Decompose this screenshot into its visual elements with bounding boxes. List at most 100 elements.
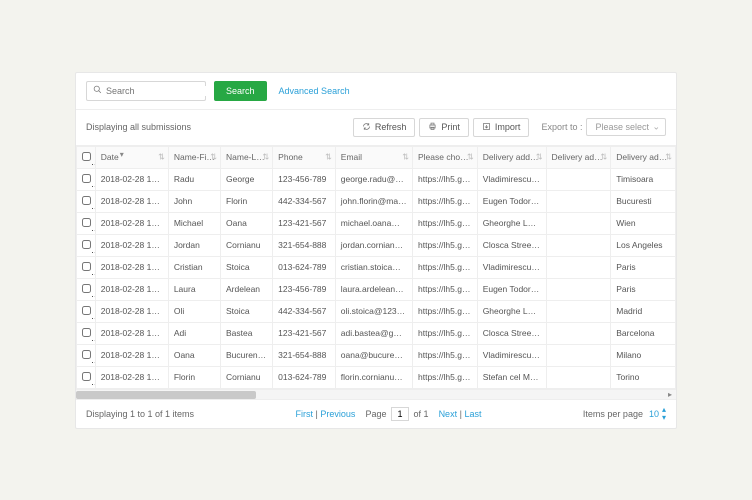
col-delivery-addr-2[interactable]: Delivery addr…⇅: [546, 146, 611, 168]
table-row[interactable]: 2018-02-28 14:1…FlorinCornianu013-624-78…: [77, 366, 676, 388]
cell-addr2: [546, 344, 611, 366]
cell-addr1: Eugen Todoran St…: [477, 190, 546, 212]
col-email[interactable]: Email ⇅: [335, 146, 412, 168]
cell-date: 2018-02-28 14:1…: [95, 190, 168, 212]
table-row[interactable]: 2018-02-28 14:1…JohnFlorin442-334-567joh…: [77, 190, 676, 212]
cell-date: 2018-02-28 14:1…: [95, 300, 168, 322]
import-button[interactable]: Import: [473, 118, 530, 137]
row-checkbox[interactable]: [82, 240, 91, 249]
col-delivery-addr-3[interactable]: Delivery addr…⇅: [611, 146, 676, 168]
refresh-button[interactable]: Refresh: [353, 118, 416, 137]
row-checkbox-cell[interactable]: [77, 278, 96, 300]
search-input[interactable]: [106, 86, 223, 96]
row-checkbox[interactable]: [82, 284, 91, 293]
cell-name-last: Stoica: [221, 300, 273, 322]
row-checkbox-cell[interactable]: [77, 300, 96, 322]
cell-addr3: Barcelona: [611, 322, 676, 344]
col-phone[interactable]: Phone⇅: [273, 146, 336, 168]
sort-icon: ⇅: [262, 153, 269, 162]
horizontal-scrollbar[interactable]: ◂ ▸: [76, 389, 676, 399]
table-row[interactable]: 2018-02-28 14:1…AdiBastea123-421-567adi.…: [77, 322, 676, 344]
pager-page-input[interactable]: [391, 407, 409, 421]
cell-addr1: Closca Street, no…: [477, 322, 546, 344]
cell-addr3: Paris: [611, 256, 676, 278]
row-checkbox[interactable]: [82, 262, 91, 271]
cell-addr2: [546, 190, 611, 212]
export-select[interactable]: Please select ⌄: [586, 118, 666, 136]
col-addr1-label: Delivery addr…: [483, 152, 542, 162]
cell-name-first: Radu: [168, 168, 220, 190]
cell-please-choose: https://lh5.googl…: [413, 168, 478, 190]
cell-date: 2018-02-28 14:1…: [95, 234, 168, 256]
row-checkbox-cell[interactable]: [77, 190, 96, 212]
row-checkbox-cell[interactable]: [77, 168, 96, 190]
cell-phone: 013-624-789: [273, 366, 336, 388]
search-button[interactable]: Search: [214, 81, 267, 101]
row-checkbox[interactable]: [82, 196, 91, 205]
table-row[interactable]: 2018-02-28 14:1…RaduGeorge123-456-789geo…: [77, 168, 676, 190]
submissions-panel: Search Advanced Search Displaying all su…: [75, 72, 677, 429]
cell-please-choose: https://lh5.googl…: [413, 366, 478, 388]
cell-phone: 321-654-888: [273, 234, 336, 256]
cell-phone: 321-654-888: [273, 344, 336, 366]
pager-first[interactable]: First: [296, 409, 314, 419]
row-checkbox[interactable]: [82, 218, 91, 227]
cell-addr3: Wien: [611, 212, 676, 234]
cell-phone: 123-456-789: [273, 278, 336, 300]
select-all-checkbox[interactable]: [82, 152, 91, 161]
row-checkbox-cell[interactable]: [77, 256, 96, 278]
import-icon: [482, 122, 491, 133]
col-name-first[interactable]: Name-First⇅: [168, 146, 220, 168]
ipp-stepper-icon[interactable]: ▴▾: [662, 406, 666, 422]
table-row[interactable]: 2018-02-28 14:1…CristianStoica013-624-78…: [77, 256, 676, 278]
row-checkbox[interactable]: [82, 174, 91, 183]
cell-name-last: Cornianu: [221, 234, 273, 256]
scrollbar-thumb[interactable]: [76, 391, 256, 399]
cell-addr2: [546, 168, 611, 190]
cell-date: 2018-02-28 14:1…: [95, 344, 168, 366]
pager-next[interactable]: Next: [439, 409, 458, 419]
row-checkbox[interactable]: [82, 350, 91, 359]
sort-icon: ⇅: [158, 153, 165, 162]
cell-phone: 123-421-567: [273, 322, 336, 344]
table-row[interactable]: 2018-02-28 14:1…JordanCornianu321-654-88…: [77, 234, 676, 256]
print-label: Print: [441, 122, 460, 132]
cell-addr1: Vladimirescu Str…: [477, 344, 546, 366]
row-checkbox[interactable]: [82, 372, 91, 381]
items-per-page[interactable]: Items per page 10 ▴▾: [583, 406, 666, 422]
pager-sep2: [431, 409, 436, 419]
cell-name-first: Florin: [168, 366, 220, 388]
col-checkbox[interactable]: [77, 146, 96, 168]
row-checkbox[interactable]: [82, 306, 91, 315]
row-checkbox[interactable]: [82, 328, 91, 337]
cell-addr2: [546, 278, 611, 300]
table-row[interactable]: 2018-02-28 14:1…OliStoica442-334-567oli.…: [77, 300, 676, 322]
row-checkbox-cell[interactable]: [77, 344, 96, 366]
table-row[interactable]: 2018-02-28 14:1…LauraArdelean123-456-789…: [77, 278, 676, 300]
row-checkbox-cell[interactable]: [77, 366, 96, 388]
table-row[interactable]: 2018-02-28 14:1…MichaelOana123-421-567mi…: [77, 212, 676, 234]
pager-last[interactable]: Last: [464, 409, 481, 419]
cell-email: cristian.stoica@…: [335, 256, 412, 278]
sort-icon: ⇅: [402, 153, 409, 162]
cell-name-last: Stoica: [221, 256, 273, 278]
pager-previous[interactable]: Previous: [320, 409, 355, 419]
row-checkbox-cell[interactable]: [77, 234, 96, 256]
col-please-choose[interactable]: Please choos…⇅: [413, 146, 478, 168]
row-checkbox-cell[interactable]: [77, 212, 96, 234]
col-date[interactable]: Date▾⇅: [95, 146, 168, 168]
col-delivery-addr-1[interactable]: Delivery addr…⇅: [477, 146, 546, 168]
col-email-label: Email: [341, 152, 362, 162]
col-name-last[interactable]: Name-Last⇅: [221, 146, 273, 168]
pager-page-label: Page: [365, 409, 386, 419]
row-checkbox-cell[interactable]: [77, 322, 96, 344]
advanced-search-link[interactable]: Advanced Search: [279, 86, 350, 96]
print-button[interactable]: Print: [419, 118, 469, 137]
cell-name-first: Oli: [168, 300, 220, 322]
cell-addr2: [546, 234, 611, 256]
cell-email: laura.ardelean@l…: [335, 278, 412, 300]
cell-please-choose: https://lh5.googl…: [413, 322, 478, 344]
search-input-wrap[interactable]: [86, 81, 206, 101]
scroll-right-icon[interactable]: ▸: [666, 390, 674, 399]
table-row[interactable]: 2018-02-28 14:1…OanaBucurenciu321-654-88…: [77, 344, 676, 366]
